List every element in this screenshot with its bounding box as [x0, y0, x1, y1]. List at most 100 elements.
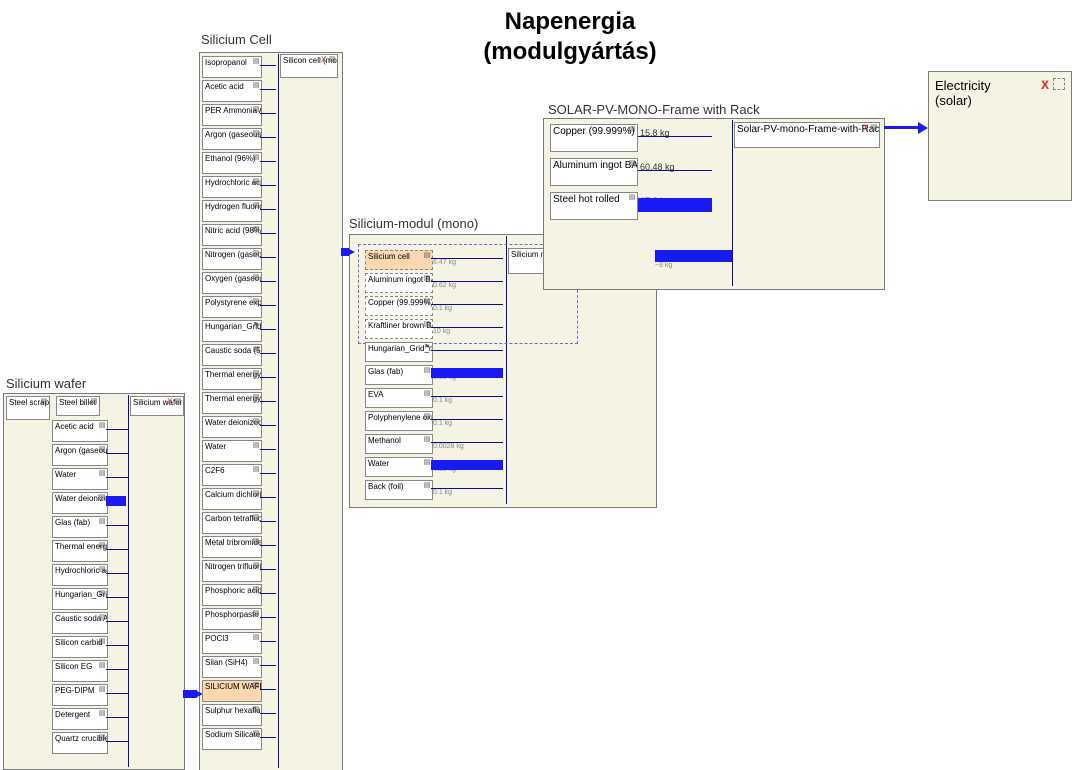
doc-icon: ▤: [98, 566, 106, 574]
cell-in-27[interactable]: Sulphur hexafluoride▤: [202, 704, 262, 726]
modul-in-5[interactable]: Glas (fab)▤: [365, 365, 433, 385]
doc-icon: ▤: [252, 466, 260, 474]
wafer-in-8[interactable]: Caustic soda APME▤: [52, 612, 108, 634]
cell-in-16[interactable]: Water▤: [202, 440, 262, 462]
cell-in-23[interactable]: Phosphorpaste▤: [202, 608, 262, 630]
cell-in-24-label: POCl3: [205, 634, 229, 643]
frame-output[interactable]: Solar-PV-mono-Frame-with-RackX▤: [734, 122, 880, 148]
cell-in-7[interactable]: Nitric acid (98%)▤: [202, 224, 262, 246]
cell-in-15[interactable]: Water deionized▤: [202, 416, 262, 438]
cell-in-1[interactable]: Acetic acid▤: [202, 80, 262, 102]
frame-tick-1: [638, 170, 712, 171]
frame-in-0[interactable]: Copper (99.999%)▤: [550, 124, 638, 152]
modul-in-0[interactable]: Silicium cell▤: [365, 250, 433, 270]
doc-icon: ▤: [252, 226, 260, 234]
doc-icon: ▤: [870, 124, 878, 132]
doc-icon: ▤: [252, 634, 260, 642]
cell-in-25-label: Silan (SiH4): [205, 658, 248, 667]
cell-in-9[interactable]: Oxygen (gaseous)▤: [202, 272, 262, 294]
modul-in-3[interactable]: Kraftliner brown BUWAL▤: [365, 319, 433, 339]
cell-in-4[interactable]: Ethanol (96%)▤: [202, 152, 262, 174]
wafer-in-13[interactable]: Quartz crucible▤: [52, 732, 108, 754]
doc-icon: ▤: [423, 390, 431, 398]
wafer-in-0[interactable]: Acetic acid▤: [52, 420, 108, 442]
modul-in-10[interactable]: Back (foil)▤: [365, 480, 433, 500]
modul-in-8[interactable]: Methanol▤: [365, 434, 433, 454]
modul-in-9[interactable]: Water▤: [365, 457, 433, 477]
modul-in-4[interactable]: Hungarian_Grid_mix (incl.ca.europe)⚑: [365, 342, 433, 362]
wafer-top-2[interactable]: Silicium waferX▤: [130, 396, 184, 416]
cell-in-14[interactable]: Thermal energy from light fuel oil▤: [202, 392, 262, 414]
wafer-vline: [128, 395, 129, 767]
cell-in-12[interactable]: Caustic soda (50% mix)▤: [202, 344, 262, 366]
cell-in-21[interactable]: Nitrogen trifluoride▤: [202, 560, 262, 582]
wafer-in-7[interactable]: Hungarian_Grid_mix (incl.ca.europe)▤: [52, 588, 108, 610]
cell-tick-3: [260, 137, 276, 138]
cell-tick-14: [260, 401, 276, 402]
cell-output[interactable]: Silicon cell (mono)X▤: [280, 54, 338, 78]
wafer-tick-10: [106, 669, 128, 670]
doc-icon: ▤: [252, 610, 260, 618]
cell-in-19[interactable]: Carbon tetrafluoride▤: [202, 512, 262, 534]
modul-in-1[interactable]: Aluminum ingot BAT▤: [365, 273, 433, 293]
cell-in-1-label: Acetic acid: [205, 82, 244, 91]
cell-in-17[interactable]: C2F6▤: [202, 464, 262, 486]
cell-in-3[interactable]: Argon (gaseous)▤: [202, 128, 262, 150]
cell-in-18[interactable]: Calcium dichloride▤: [202, 488, 262, 510]
wafer-in-2[interactable]: Water▤: [52, 468, 108, 490]
cell-in-11[interactable]: Hungarian_Grid_mix (incl.ca.europe)⚑: [202, 320, 262, 342]
cell-in-20[interactable]: Metal tribromide▤: [202, 536, 262, 558]
cell-in-10[interactable]: Polystyrene expandable▤: [202, 296, 262, 318]
cell-tick-28: [260, 737, 276, 738]
wafer-in-4[interactable]: Glas (fab)▤: [52, 516, 108, 538]
wafer-top-1[interactable]: Steel billet▤: [56, 396, 100, 416]
doc-icon: ▤: [252, 202, 260, 210]
cell-in-8[interactable]: Nitrogen (gaseous)▤: [202, 248, 262, 270]
wafer-in-3[interactable]: Water deionized▤: [52, 492, 108, 514]
doc-icon: ▤: [328, 56, 336, 64]
doc-icon: ▤: [252, 370, 260, 378]
wafer-in-1[interactable]: Argon (gaseous)▤: [52, 444, 108, 466]
doc-icon: ▤: [252, 730, 260, 738]
cell-in-5[interactable]: Hydrochloric acid (97% mix)▤: [202, 176, 262, 198]
wafer-in-10[interactable]: Silicon EG▤: [52, 660, 108, 682]
frame-in-1[interactable]: Aluminum ingot BAT▤: [550, 158, 638, 186]
cell-in-25[interactable]: Silan (SiH4)▤: [202, 656, 262, 678]
modul-in-0-v: 6.47 kg: [433, 259, 456, 266]
modul-in-6[interactable]: EVA ▤: [365, 388, 433, 408]
cell-in-0-label: Isopropanol: [205, 58, 247, 67]
modul-in-1-v: 0.62 kg: [433, 282, 456, 289]
cell-tick-25: [260, 665, 276, 666]
modul-tick-10: [431, 488, 503, 489]
cell-tick-7: [260, 233, 276, 234]
modul-in-7[interactable]: Polyphenylene oxide▤: [365, 411, 433, 431]
wafer-in-6[interactable]: Hydrochloric acid (100% mix)▤: [52, 564, 108, 586]
cell-in-24[interactable]: POCl3 ▤: [202, 632, 262, 654]
frame-in-2[interactable]: Steel hot rolled▤: [550, 192, 638, 220]
cell-in-13[interactable]: Thermal energy from natural gas▤: [202, 368, 262, 390]
doc-icon: ▤: [423, 252, 431, 260]
x-icon: X: [1041, 78, 1049, 92]
doc-icon: ▤: [423, 321, 431, 329]
frame-output-label: Solar-PV-mono-Frame-with-Rack: [737, 124, 880, 135]
cell-in-28[interactable]: Sodium Silicate▤: [202, 728, 262, 750]
cell-in-26[interactable]: SILICIUM WAFER▤: [202, 680, 262, 702]
wafer-in-12-label: Detergent: [55, 710, 90, 719]
wafer-in-11[interactable]: PEG-DIPM▤: [52, 684, 108, 706]
cell-in-22[interactable]: Phosphoric acid▤: [202, 584, 262, 606]
modul-in-2[interactable]: Copper (99.999%)▤: [365, 296, 433, 316]
doc-icon: ▤: [90, 398, 98, 406]
wafer-in-10-label: Silicon EG: [55, 662, 92, 671]
wafer-in-9[interactable]: Silicon carbid▤: [52, 636, 108, 658]
wafer-in-5[interactable]: Thermal energy from natural gas▤: [52, 540, 108, 562]
cell-in-6[interactable]: Hydrogen fluoride▤: [202, 200, 262, 222]
electricity-box[interactable]: Electricity (solar) X: [928, 71, 1072, 201]
doc-icon: ▤: [252, 154, 260, 162]
modul-in-10-label: Back (foil): [368, 482, 404, 491]
cell-in-2[interactable]: PER Ammonia APME▤: [202, 104, 262, 126]
cell-in-0[interactable]: Isopropanol▤: [202, 56, 262, 78]
wafer-in-12[interactable]: Detergent▤: [52, 708, 108, 730]
wafer-top-0[interactable]: Steel scrap DUMMY▤: [6, 396, 50, 420]
modul-in-6-label: EVA: [368, 390, 383, 399]
doc-icon: ▤: [423, 436, 431, 444]
